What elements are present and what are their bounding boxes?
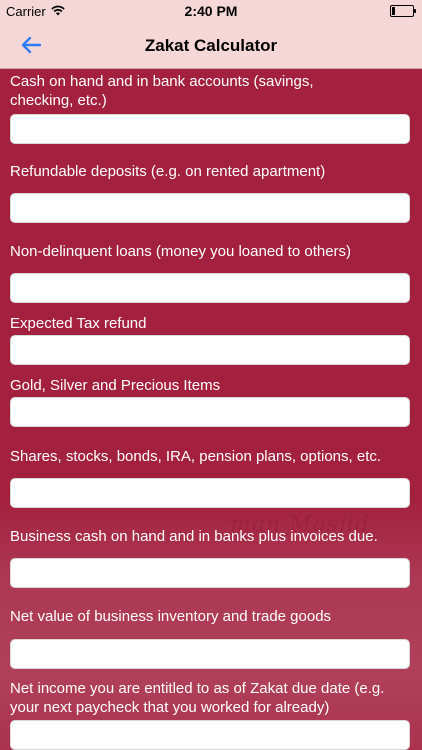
deposits-input[interactable]	[10, 193, 410, 223]
field-business-cash: Business cash on hand and in banks plus …	[10, 527, 412, 588]
field-loans: Non-delinquent loans (money you loaned t…	[10, 242, 412, 303]
field-gold: Gold, Silver and Precious Items	[10, 376, 412, 427]
gold-input[interactable]	[10, 397, 410, 427]
field-inventory: Net value of business inventory and trad…	[10, 607, 412, 669]
field-net-income: Net income you are entitled to as of Zak…	[10, 679, 412, 750]
status-time: 2:40 PM	[184, 3, 238, 19]
field-shares: Shares, stocks, bonds, IRA, pension plan…	[10, 447, 412, 508]
cash-input[interactable]	[10, 114, 410, 144]
status-bar: Carrier 2:40 PM	[0, 0, 422, 22]
field-tax-refund: Expected Tax refund	[10, 314, 412, 365]
field-label: Net income you are entitled to as of Zak…	[10, 680, 385, 716]
field-label: Expected Tax refund	[10, 315, 147, 332]
battery-icon	[390, 5, 416, 17]
status-right	[390, 5, 416, 17]
field-label: Cash on hand and in bank accounts (savin…	[10, 73, 314, 109]
field-label: Net value of business inventory and trad…	[10, 608, 332, 625]
field-label: Refundable deposits (e.g. on rented apar…	[10, 163, 326, 180]
navigation-bar: Zakat Calculator	[0, 22, 422, 69]
field-label: Non-delinquent loans (money you loaned t…	[10, 243, 352, 260]
page-title: Zakat Calculator	[144, 36, 278, 55]
field-label: Gold, Silver and Precious Items	[10, 377, 221, 394]
business-cash-input[interactable]	[10, 558, 410, 588]
field-label: Shares, stocks, bonds, IRA, pension plan…	[10, 448, 382, 465]
loans-input[interactable]	[10, 273, 410, 303]
field-deposits: Refundable deposits (e.g. on rented apar…	[10, 162, 412, 223]
tax-refund-input[interactable]	[10, 335, 410, 365]
shares-input[interactable]	[10, 478, 410, 508]
field-cash: Cash on hand and in bank accounts (savin…	[10, 72, 412, 144]
inventory-input[interactable]	[10, 639, 410, 669]
net-income-input[interactable]	[10, 720, 410, 750]
field-label: Business cash on hand and in banks plus …	[10, 528, 378, 545]
